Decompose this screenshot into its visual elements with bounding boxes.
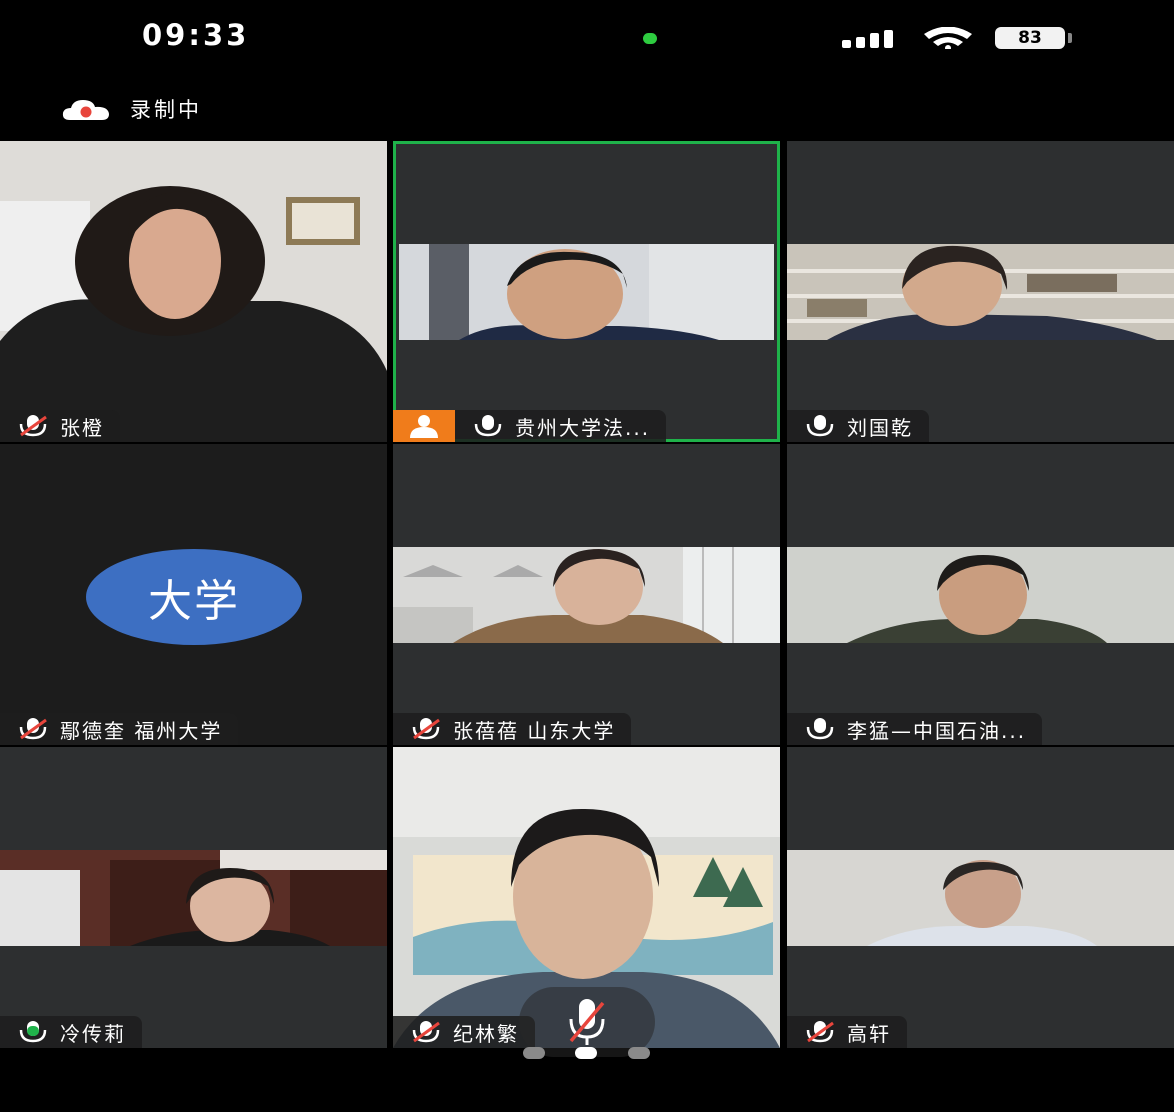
participant-name: 李猛—中国石油... — [847, 718, 1027, 743]
participant-video — [393, 547, 780, 643]
wifi-icon — [924, 27, 972, 49]
participant-video — [787, 850, 1174, 946]
participant-name: 纪林繁 — [453, 1021, 519, 1046]
participant-nameplate: 张蓓蓓 山东大学 — [393, 713, 632, 745]
host-icon — [410, 415, 438, 438]
page-indicator — [523, 1047, 653, 1059]
participant-nameplate: 贵州大学法... — [393, 410, 667, 442]
cellular-signal-icon — [842, 30, 893, 48]
page-dot-1[interactable] — [523, 1047, 545, 1059]
participant-name: 鄢德奎 福州大学 — [60, 718, 223, 743]
video-tile[interactable]: 刘国乾 — [787, 141, 1174, 442]
status-time: 09:33 — [142, 18, 250, 52]
page-dot-2-active[interactable] — [575, 1047, 597, 1059]
mic-muted-icon — [412, 1021, 440, 1043]
video-tile-active-speaker[interactable]: 贵州大学法... — [393, 141, 780, 442]
participant-video — [0, 850, 387, 946]
participant-name: 张蓓蓓 山东大学 — [453, 718, 616, 743]
mic-icon — [474, 415, 502, 437]
participant-avatar: 大学 — [86, 549, 302, 645]
battery-icon: 83 — [995, 27, 1065, 49]
mic-muted-icon — [19, 718, 47, 740]
mic-muted-icon — [19, 415, 47, 437]
mic-muted-icon — [412, 718, 440, 740]
recording-label: 录制中 — [130, 98, 202, 122]
participant-video — [0, 141, 387, 442]
video-grid: 张橙 贵州大学法... 刘国乾 大学 鄢德奎 福州大学 张蓓蓓 山东大学 李猛—… — [0, 141, 1174, 1048]
participant-name: 张橙 — [60, 415, 104, 440]
participant-name: 高轩 — [847, 1021, 891, 1046]
participant-video — [399, 244, 774, 340]
video-tile[interactable]: 高轩 — [787, 747, 1174, 1048]
status-bar: 09:33 83 — [0, 0, 1174, 80]
camera-in-use-indicator — [643, 33, 657, 44]
participant-nameplate: 鄢德奎 福州大学 — [0, 713, 239, 745]
mic-muted-icon — [569, 999, 605, 1045]
page-dot-3[interactable] — [628, 1047, 650, 1059]
video-tile[interactable]: 张蓓蓓 山东大学 — [393, 444, 780, 745]
participant-name: 贵州大学法... — [515, 415, 651, 440]
mic-icon — [806, 415, 834, 437]
battery-level: 83 — [1018, 28, 1042, 48]
participant-name: 冷传莉 — [60, 1021, 126, 1046]
mic-icon — [806, 718, 834, 740]
participant-nameplate: 张橙 — [0, 410, 120, 442]
participant-name: 刘国乾 — [847, 415, 913, 440]
mic-active-icon — [19, 1021, 47, 1043]
participant-nameplate: 纪林繁 — [393, 1016, 535, 1048]
participant-nameplate: 刘国乾 — [787, 410, 929, 442]
video-tile[interactable]: 冷传莉 — [0, 747, 387, 1048]
participant-nameplate: 冷传莉 — [0, 1016, 142, 1048]
host-badge — [393, 410, 455, 442]
participant-nameplate: 高轩 — [787, 1016, 907, 1048]
video-tile[interactable]: 李猛—中国石油... — [787, 444, 1174, 745]
video-tile[interactable]: 大学 鄢德奎 福州大学 — [0, 444, 387, 745]
cloud-record-icon — [62, 100, 109, 120]
video-tile[interactable]: 张橙 — [0, 141, 387, 442]
participant-video — [787, 547, 1174, 643]
participant-video — [787, 244, 1174, 340]
battery-cap — [1068, 33, 1072, 43]
mic-muted-icon — [806, 1021, 834, 1043]
participant-nameplate: 李猛—中国石油... — [787, 713, 1043, 745]
